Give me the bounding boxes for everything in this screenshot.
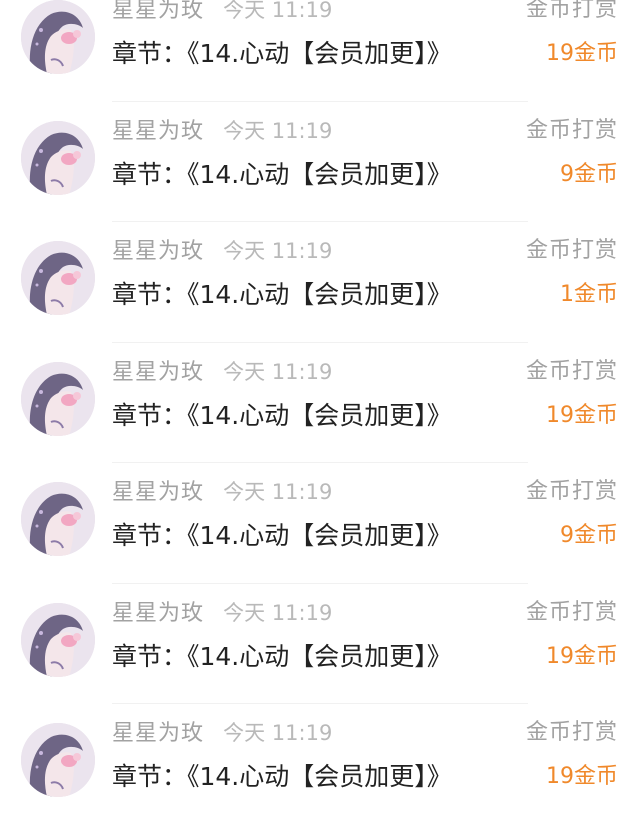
coin-amount: 19金币 (546, 643, 618, 669)
record-meta: 星星为玫 今天 11:19 (112, 476, 332, 508)
username[interactable]: 星星为玫 (112, 0, 204, 23)
reward-record-item[interactable]: 星星为玫 今天 11:19 金币打赏 章节：《14.心动【会员加更】》 9金币 (0, 463, 640, 584)
chapter-title[interactable]: 章节：《14.心动【会员加更】》 (112, 34, 452, 74)
reward-record-item[interactable]: 星星为玫 今天 11:19 金币打赏 章节：《14.心动【会员加更】》 19金币 (0, 343, 640, 464)
reward-record-item[interactable]: 星星为玫 今天 11:19 金币打赏 章节：《14.心动【会员加更】》 1金币 (0, 222, 640, 343)
reward-type: 金币打赏 (525, 479, 618, 504)
reward-record-item[interactable]: 星星为玫 今天 11:19 金币打赏 章节：《14.心动【会员加更】》 19金币 (0, 584, 640, 705)
coin-amount: 19金币 (546, 402, 618, 428)
username[interactable]: 星星为玫 (112, 721, 204, 746)
reward-type: 金币打赏 (525, 358, 618, 384)
coin-amount: 9金币 (560, 523, 618, 548)
user-avatar-icon[interactable] (21, 120, 95, 195)
reward-record-item[interactable]: 星星为玫 今天 11:19 金币打赏 章节：《14.心动【会员加更】》 19金币 (0, 704, 640, 825)
record-meta: 星星为玫 今天 11:19 (112, 235, 332, 267)
coin-amount: 19金币 (546, 764, 618, 789)
chapter-title[interactable]: 章节：《14.心动【会员加更】》 (112, 637, 452, 677)
user-avatar-icon[interactable] (21, 723, 95, 797)
record-time: 今天 11:19 (223, 721, 333, 745)
chapter-title[interactable]: 章节：《14.心动【会员加更】》 (112, 396, 452, 436)
reward-type: 金币打赏 (525, 720, 618, 745)
username[interactable]: 星星为玫 (112, 480, 204, 505)
reward-record-item[interactable]: 星星为玫 今天 11:19 金币打赏 章节：《14.心动【会员加更】》 9金币 (0, 102, 640, 223)
user-avatar-icon[interactable] (21, 0, 95, 74)
coin-amount: 9金币 (560, 161, 618, 187)
record-meta: 星星为玫 今天 11:19 (112, 717, 332, 749)
record-time: 今天 11:19 (223, 239, 333, 263)
username[interactable]: 星星为玫 (112, 239, 204, 264)
reward-type: 金币打赏 (525, 0, 618, 22)
coin-amount: 1金币 (560, 282, 618, 307)
record-time: 今天 11:19 (223, 0, 333, 22)
chapter-title[interactable]: 章节：《14.心动【会员加更】》 (112, 757, 452, 797)
user-avatar-icon[interactable] (21, 482, 95, 556)
username[interactable]: 星星为玫 (112, 360, 204, 385)
username[interactable]: 星星为玫 (112, 119, 204, 144)
record-meta: 星星为玫 今天 11:19 (112, 115, 332, 147)
chapter-title[interactable]: 章节：《14.心动【会员加更】》 (112, 155, 452, 195)
reward-record-item[interactable]: 星星为玫 今天 11:19 金币打赏 章节：《14.心动【会员加更】》 19金币 (0, 0, 640, 102)
user-avatar-icon[interactable] (21, 241, 95, 315)
user-avatar-icon[interactable] (21, 602, 95, 677)
record-time: 今天 11:19 (223, 480, 333, 504)
record-meta: 星星为玫 今天 11:19 (112, 597, 332, 629)
reward-record-list: 星星为玫 今天 11:19 金币打赏 章节：《14.心动【会员加更】》 19金币… (0, 0, 640, 797)
record-time: 今天 11:19 (223, 600, 333, 625)
record-time: 今天 11:19 (223, 359, 333, 384)
reward-type: 金币打赏 (525, 599, 618, 625)
reward-type: 金币打赏 (525, 117, 618, 143)
chapter-title[interactable]: 章节：《14.心动【会员加更】》 (112, 275, 452, 315)
record-meta: 星星为玫 今天 11:19 (112, 0, 332, 26)
record-time: 今天 11:19 (223, 118, 333, 143)
reward-type: 金币打赏 (525, 238, 618, 263)
username[interactable]: 星星为玫 (112, 601, 204, 626)
record-meta: 星星为玫 今天 11:19 (112, 356, 332, 388)
coin-amount: 19金币 (546, 41, 618, 66)
user-avatar-icon[interactable] (21, 361, 95, 436)
chapter-title[interactable]: 章节：《14.心动【会员加更】》 (112, 516, 452, 556)
